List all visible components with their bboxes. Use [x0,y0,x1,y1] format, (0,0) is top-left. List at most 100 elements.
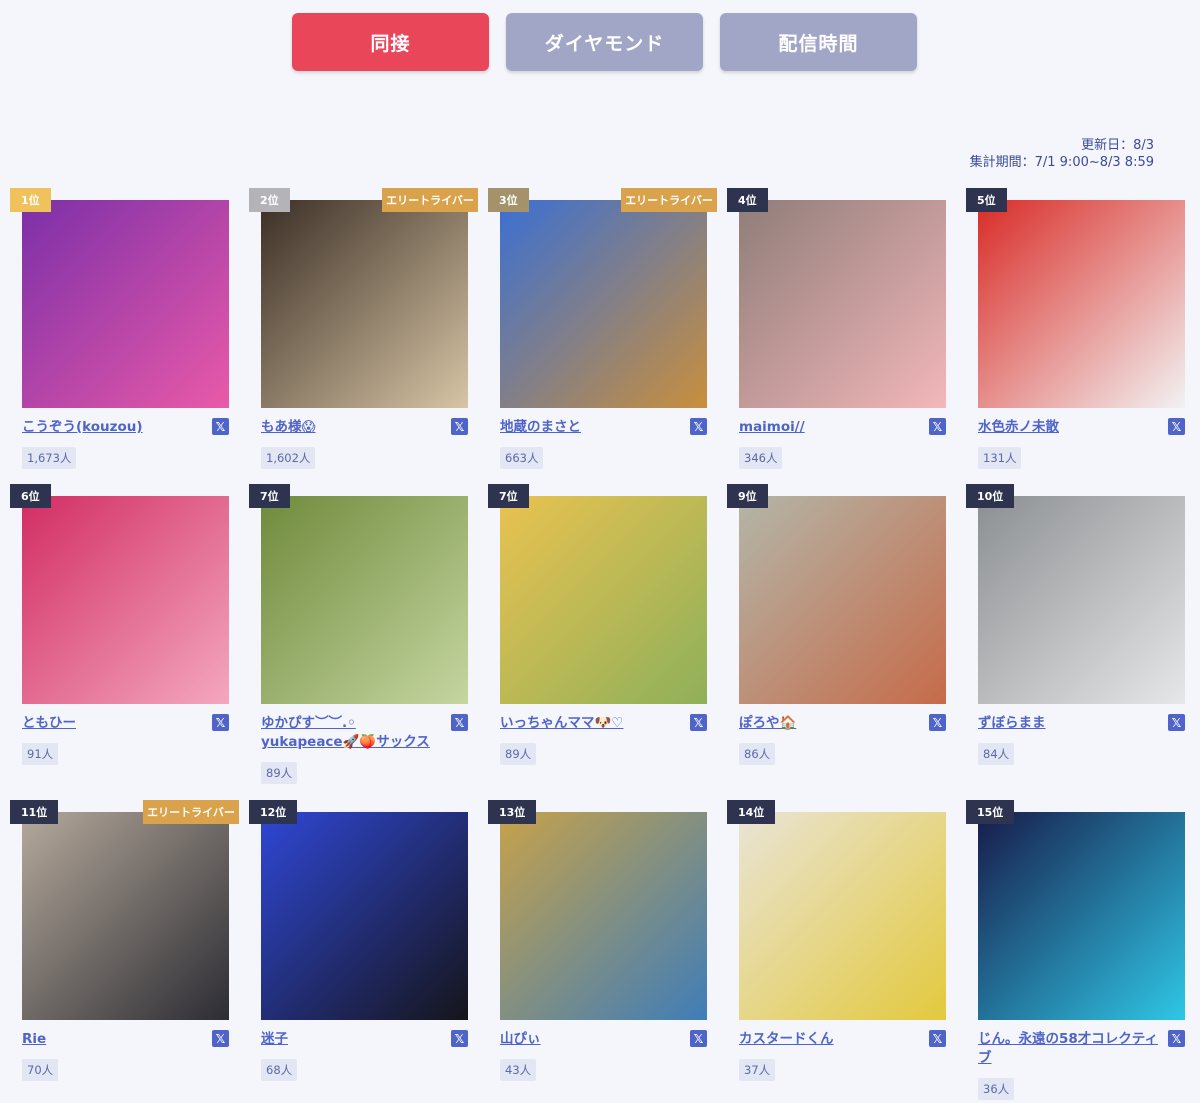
liver-name-link[interactable]: もあ様😱 [261,418,441,437]
liver-name-link[interactable]: 迷子 [261,1030,441,1049]
liver-name-link[interactable]: ぽろや🏠 [739,714,919,733]
ranking-meta: 更新日：8/3 集計期間：7/1 9:00~8/3 8:59 [970,137,1154,171]
liver-name-link[interactable]: ともひー [22,714,202,733]
rank-badge: 9位 [727,484,768,508]
rank-badge: 4位 [727,188,768,212]
tab-stream-time[interactable]: 配信時間 [720,13,917,71]
rank-badge: 7位 [488,484,529,508]
x-twitter-icon[interactable]: 𝕏 [929,1030,946,1047]
viewer-count: 1,673人 [22,447,77,469]
viewer-count-wrap: 663人 [500,441,544,469]
liver-name-link[interactable]: カスタードくん [739,1030,919,1049]
liver-avatar[interactable] [22,812,229,1020]
name-row: ゆかぴす︶︶.◦ yukapeace🚀🍑サックス 𝕏 [261,714,468,752]
viewer-count-wrap: 70人 [22,1053,59,1081]
x-twitter-icon[interactable]: 𝕏 [212,714,229,731]
viewer-count: 70人 [22,1059,59,1081]
liver-avatar[interactable] [739,496,946,704]
ranking-card: 5位水色赤ノ未散 𝕏 131人 [966,188,1200,484]
x-twitter-icon[interactable]: 𝕏 [690,714,707,731]
name-row: カスタードくん 𝕏 [739,1030,946,1049]
viewer-count: 1,602人 [261,447,316,469]
viewer-count-wrap: 91人 [22,737,59,765]
ranking-card: 11位 エリートライバー Rie 𝕏 70人 [10,800,249,1100]
liver-avatar[interactable] [500,812,707,1020]
liver-name-link[interactable]: Rie [22,1030,202,1049]
liver-name-link[interactable]: 山ぴぃ [500,1030,680,1049]
x-twitter-icon[interactable]: 𝕏 [451,714,468,731]
name-row: 山ぴぃ 𝕏 [500,1030,707,1049]
viewer-count: 68人 [261,1059,298,1081]
liver-name-link[interactable]: ゆかぴす︶︶.◦ yukapeace🚀🍑サックス [261,714,441,752]
liver-avatar[interactable] [978,200,1185,408]
viewer-count-wrap: 89人 [261,756,298,784]
rank-badge: 12位 [249,800,298,824]
name-row: こうぞう(kouzou) 𝕏 [22,418,229,437]
liver-name-link[interactable]: ずぼらまま [978,714,1158,733]
viewer-count-wrap: 1,602人 [261,441,316,469]
x-twitter-icon[interactable]: 𝕏 [1168,418,1185,435]
liver-avatar[interactable] [739,812,946,1020]
x-twitter-icon[interactable]: 𝕏 [1168,714,1185,731]
viewer-count-wrap: 89人 [500,737,537,765]
liver-name-link[interactable]: 地蔵のまさと [500,418,680,437]
viewer-count: 346人 [739,447,783,469]
elite-liver-badge: エリートライバー [621,188,717,212]
x-twitter-icon[interactable]: 𝕏 [690,418,707,435]
viewer-count-wrap: 1,673人 [22,441,77,469]
liver-avatar[interactable] [261,496,468,704]
viewer-count: 84人 [978,743,1015,765]
ranking-card: 14位 カスタードくん 𝕏 37人 [727,800,966,1100]
ranking-card: 2位 エリートライバー もあ様😱 𝕏 1,602人 [249,188,488,484]
liver-avatar[interactable] [261,812,468,1020]
rank-badge: 15位 [966,800,1015,824]
ranking-card: 13位 山ぴぃ 𝕏 43人 [488,800,727,1100]
liver-name-link[interactable]: maimoi// [739,418,919,437]
name-row: じん。永遠の58才コレクティブ 𝕏 [978,1030,1185,1068]
x-twitter-icon[interactable]: 𝕏 [212,1030,229,1047]
rank-badge: 13位 [488,800,537,824]
viewer-count: 89人 [261,762,298,784]
tab-diamonds[interactable]: ダイヤモンド [506,13,703,71]
name-row: いっちゃんママ🐶♡ 𝕏 [500,714,707,733]
x-twitter-icon[interactable]: 𝕏 [451,418,468,435]
liver-avatar[interactable] [500,200,707,408]
rank-badge: 14位 [727,800,776,824]
x-twitter-icon[interactable]: 𝕏 [212,418,229,435]
aggregation-period: 集計期間：7/1 9:00~8/3 8:59 [969,155,1154,170]
viewer-count-wrap: 86人 [739,737,776,765]
viewer-count: 86人 [739,743,776,765]
liver-avatar[interactable] [739,200,946,408]
liver-avatar[interactable] [500,496,707,704]
viewer-count-wrap: 131人 [978,441,1022,469]
liver-name-link[interactable]: こうぞう(kouzou) [22,418,202,437]
liver-avatar[interactable] [22,200,229,408]
x-twitter-icon[interactable]: 𝕏 [929,418,946,435]
viewer-count-wrap: 84人 [978,737,1015,765]
x-twitter-icon[interactable]: 𝕏 [451,1030,468,1047]
liver-avatar[interactable] [978,812,1185,1020]
liver-avatar[interactable] [22,496,229,704]
ranking-card: 1位 こうぞう(kouzou) 𝕏 1,673人 [10,188,249,484]
ranking-card: 4位 maimoi// 𝕏 346人 [727,188,966,484]
name-row: 水色赤ノ未散 𝕏 [978,418,1185,437]
tab-concurrent-viewers[interactable]: 同接 [292,13,489,71]
ranking-card: 9位ぽろや🏠 𝕏 86人 [727,484,966,800]
rank-badge: 3位 [488,188,529,212]
x-twitter-icon[interactable]: 𝕏 [1168,1030,1185,1047]
rank-badge: 11位 [10,800,59,824]
liver-avatar[interactable] [978,496,1185,704]
rank-badge: 5位 [966,188,1007,212]
rank-badge: 6位 [10,484,51,508]
liver-name-link[interactable]: 水色赤ノ未散 [978,418,1158,437]
liver-name-link[interactable]: いっちゃんママ🐶♡ [500,714,680,733]
elite-liver-badge: エリートライバー [143,800,239,824]
name-row: もあ様😱 𝕏 [261,418,468,437]
ranking-card: 7位いっちゃんママ🐶♡ 𝕏 89人 [488,484,727,800]
rank-badge: 2位 [249,188,290,212]
liver-name-link[interactable]: じん。永遠の58才コレクティブ [978,1030,1158,1068]
updated-date: 更新日：8/3 [1081,138,1154,153]
x-twitter-icon[interactable]: 𝕏 [929,714,946,731]
liver-avatar[interactable] [261,200,468,408]
x-twitter-icon[interactable]: 𝕏 [690,1030,707,1047]
